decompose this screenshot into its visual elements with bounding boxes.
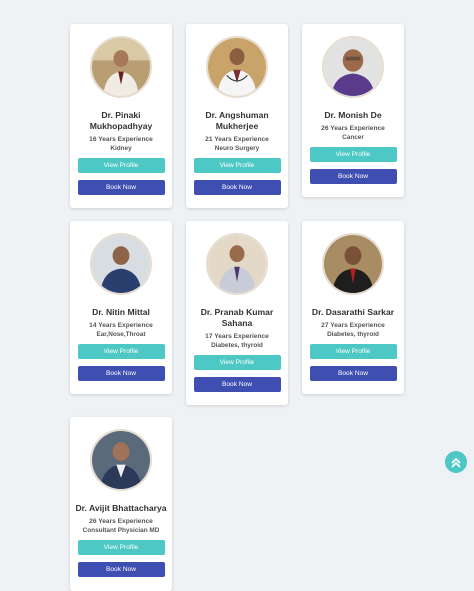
view-profile-button[interactable]: View Profile [309, 344, 397, 359]
doctor-experience: 27 Years Experience [321, 322, 385, 329]
doctor-card: Dr. Pinaki Mukhopadhyay 16 Years Experien… [70, 24, 172, 208]
book-now-button[interactable]: Book Now [77, 562, 165, 577]
doctor-card: Dr. Pranab Kumar Sahana 17 Years Experien… [186, 221, 288, 405]
view-profile-button[interactable]: View Profile [193, 158, 281, 173]
doctor-specialty: Kidney [110, 145, 132, 152]
doctor-experience: 21 Years Experience [205, 136, 269, 143]
doctor-photo [90, 36, 152, 98]
doctor-specialty: Consultant Physician MD [82, 527, 160, 534]
scroll-to-top-button[interactable] [445, 451, 467, 473]
doctor-card: Dr. Angshuman Mukherjee 21 Years Experien… [186, 24, 288, 208]
view-profile-button[interactable]: View Profile [77, 344, 165, 359]
doctor-name: Dr. Pranab Kumar Sahana [200, 307, 274, 328]
book-now-button[interactable]: Book Now [309, 366, 397, 381]
doctor-name: Dr. Avijit Bhattacharya [75, 503, 167, 513]
book-now-button[interactable]: Book Now [193, 377, 281, 392]
doctor-name: Dr. Dasarathi Sarkar [311, 307, 395, 317]
view-profile-button[interactable]: View Profile [77, 158, 165, 173]
doctor-specialty: Diabetes, thyroid [211, 342, 263, 349]
view-profile-button[interactable]: View Profile [193, 355, 281, 370]
book-now-button[interactable]: Book Now [309, 169, 397, 184]
doctor-photo [322, 36, 384, 98]
double-chevron-up-icon [451, 457, 461, 468]
doctor-photo [206, 233, 268, 295]
doctor-experience: 26 Years Experience [89, 518, 153, 525]
doctor-card: Dr. Nitin Mittal 14 Years Experience Ear… [70, 221, 172, 394]
view-profile-button[interactable]: View Profile [309, 147, 397, 162]
doctor-name: Dr. Nitin Mittal [92, 307, 150, 317]
doctor-experience: 17 Years Experience [205, 333, 269, 340]
doctor-experience: 26 Years Experience [321, 125, 385, 132]
book-now-button[interactable]: Book Now [77, 366, 165, 381]
doctor-specialty: Diabetes, thyroid [327, 331, 379, 338]
book-now-button[interactable]: Book Now [193, 180, 281, 195]
doctor-card: Dr. Avijit Bhattacharya 26 Years Experie… [70, 417, 172, 591]
doctor-experience: 16 Years Experience [89, 136, 153, 143]
doctor-photo [90, 429, 152, 491]
doctor-specialty: Cancer [342, 134, 364, 141]
doctor-name: Dr. Angshuman Mukherjee [205, 110, 269, 131]
doctor-photo [322, 233, 384, 295]
doctor-specialty: Ear,Nose,Throat [96, 331, 146, 338]
doctor-card: Dr. Dasarathi Sarkar 27 Years Experience… [302, 221, 404, 394]
doctor-name: Dr. Pinaki Mukhopadhyay [89, 110, 153, 131]
view-profile-button[interactable]: View Profile [77, 540, 165, 555]
doctor-experience: 14 Years Experience [89, 322, 153, 329]
book-now-button[interactable]: Book Now [77, 180, 165, 195]
doctor-name: Dr. Monish De [324, 110, 382, 120]
doctor-photo [90, 233, 152, 295]
doctor-specialty: Neuro Surgery [214, 145, 260, 152]
doctor-card: Dr. Monish De 26 Years Experience Cancer… [302, 24, 404, 197]
doctor-photo [206, 36, 268, 98]
